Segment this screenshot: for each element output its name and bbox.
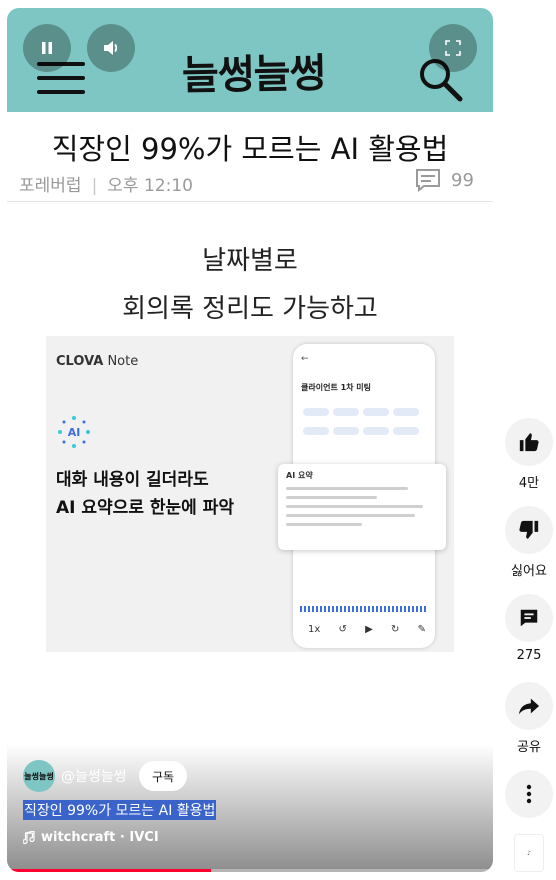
clova-logo-bold: CLOVA xyxy=(56,354,104,369)
caption-line-2: 회의록 정리도 가능하고 xyxy=(122,294,378,324)
post-title: 직장인 99%가 모르는 AI 활용법 xyxy=(51,132,449,166)
video-title[interactable]: 직장인 99%가 모르는 AI 활용법 xyxy=(23,800,217,820)
post-author: 포레버럽 xyxy=(19,176,82,196)
post-time: 오후 12:10 xyxy=(107,176,193,196)
slide-headline: 대화 내용이 길더라도 AI 요약으로 한눈에 파악 xyxy=(56,466,234,522)
like-count: 4만 xyxy=(518,476,540,491)
more-action[interactable] xyxy=(504,770,554,818)
like-action[interactable]: 4만 xyxy=(504,418,554,491)
post-meta: 포레버럽 | 오후 12:10 xyxy=(19,176,193,196)
phone-playback-controls: 1x ↺ ▶ ↻ ✎ xyxy=(308,624,426,635)
share-label: 공유 xyxy=(517,740,541,755)
share-button[interactable] xyxy=(505,682,553,730)
slide-headline-1: 대화 내용이 길더라도 xyxy=(56,470,209,490)
volume-icon xyxy=(104,41,118,55)
pause-icon xyxy=(42,42,52,54)
comment-icon xyxy=(520,609,538,627)
video-progress-bar[interactable] xyxy=(7,869,493,872)
comments-button[interactable] xyxy=(505,594,553,642)
clova-note-slide: CLOVA Note AI 대화 내용이 길더라도 AI 요약으로 한눈에 파악… xyxy=(46,336,454,652)
comment-count-text: 99 xyxy=(451,169,474,191)
share-icon xyxy=(518,698,540,715)
divider xyxy=(7,201,493,202)
clova-note-logo: CLOVA Note xyxy=(56,354,138,369)
short-video-player[interactable]: 늘썽늘썽 직장인 99%가 모르는 AI 활용법 포레버럽|오후 12:10 xyxy=(7,8,493,872)
channel-handle[interactable]: @늘썽늘썽 xyxy=(61,766,127,786)
sound-thumbnail[interactable]: ♪ xyxy=(514,834,544,872)
dislike-action[interactable]: 싫어요 xyxy=(504,506,554,579)
thumbs-down-icon xyxy=(519,520,539,539)
dislike-label: 싫어요 xyxy=(511,564,547,579)
post-comment-count: 99 xyxy=(415,168,474,192)
blog-header: 늘썽늘썽 xyxy=(7,8,493,112)
ai-summary-title: AI 요약 xyxy=(286,471,313,480)
music-note-icon xyxy=(23,830,35,844)
channel-avatar[interactable]: 늘썽늘썽 xyxy=(23,760,55,792)
share-action[interactable]: 공유 xyxy=(504,682,554,755)
volume-button[interactable] xyxy=(87,24,135,72)
thumbs-up-icon xyxy=(519,433,539,452)
audio-waveform xyxy=(300,606,428,612)
progress-fill xyxy=(7,869,212,872)
phone-back-arrow: ← xyxy=(301,354,309,364)
blog-logo: 늘썽늘썽 xyxy=(181,50,326,100)
more-button[interactable] xyxy=(505,770,553,818)
dislike-button[interactable] xyxy=(505,506,553,554)
phone-meeting-title: 클라이언트 1차 미팅 xyxy=(301,383,372,392)
music-text: witchcraft · IVCI xyxy=(41,830,159,845)
fullscreen-button[interactable] xyxy=(429,24,477,72)
like-button[interactable] xyxy=(505,418,553,466)
comments-count: 275 xyxy=(516,648,542,663)
comment-action[interactable]: 275 xyxy=(504,594,554,663)
ai-badge-text: AI xyxy=(68,426,81,439)
comment-icon xyxy=(416,169,440,192)
phone-keyword-chips xyxy=(301,404,427,442)
fullscreen-icon xyxy=(445,40,461,56)
pause-button[interactable] xyxy=(23,24,71,72)
music-info[interactable]: witchcraft · IVCI xyxy=(23,830,159,845)
ai-sparkle-icon: AI xyxy=(58,416,90,448)
slide-headline-2: AI 요약으로 한눈에 파악 xyxy=(56,498,234,518)
ai-summary-card: AI 요약 xyxy=(278,464,446,550)
more-icon xyxy=(526,784,532,804)
caption-line-1: 날짜별로 xyxy=(202,246,298,276)
clova-logo-rest: Note xyxy=(103,354,139,369)
subscribe-button[interactable]: 구독 xyxy=(139,761,187,791)
